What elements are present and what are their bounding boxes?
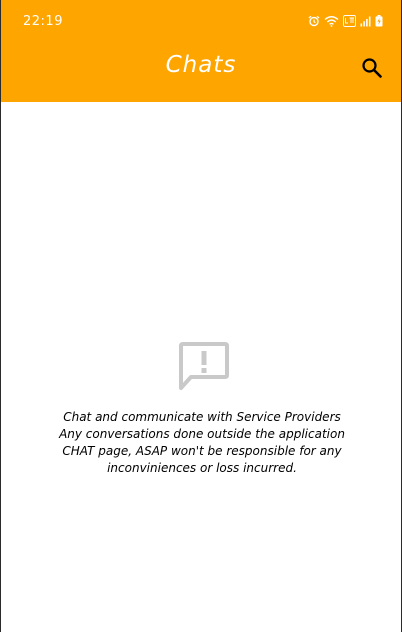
chat-alert-icon <box>177 340 231 394</box>
signal-icon <box>360 16 371 26</box>
alarm-icon <box>308 15 320 27</box>
status-time: 22:19 <box>23 14 63 29</box>
message-line: Chat and communicate with Service Provid… <box>63 410 341 424</box>
search-icon <box>362 58 382 78</box>
empty-state-message: Chat and communicate with Service Provid… <box>31 409 373 477</box>
volte-icon <box>343 15 356 27</box>
wifi-icon <box>324 16 339 27</box>
status-icons <box>308 15 383 27</box>
screen: 22:19 Chats Chat and communicate with Se… <box>0 0 402 632</box>
search-button[interactable] <box>361 57 383 79</box>
message-line: CHAT page, ASAP won't be responsible for… <box>62 444 342 458</box>
page-title: Chats <box>165 52 237 78</box>
app-bar: 22:19 Chats <box>1 0 401 102</box>
battery-icon <box>375 15 383 27</box>
message-line: Any conversations done outside the appli… <box>59 427 345 441</box>
status-bar: 22:19 <box>1 0 401 46</box>
message-line: inconviniences or loss incurred. <box>107 461 297 475</box>
